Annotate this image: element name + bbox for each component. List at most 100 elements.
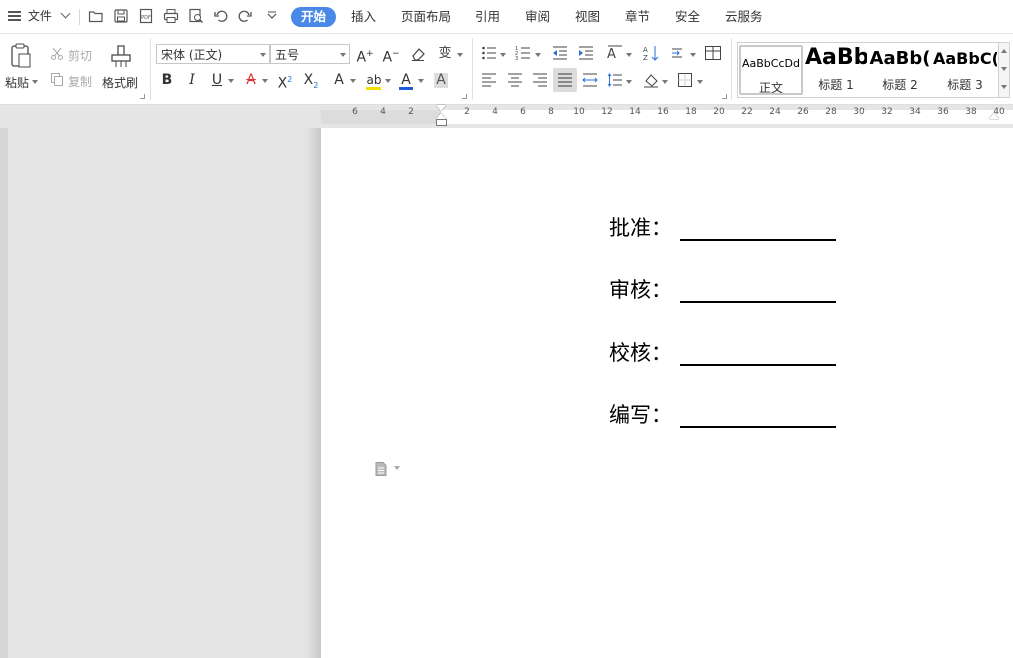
table-convert-icon[interactable] <box>704 44 722 62</box>
file-menu-button[interactable]: 文件 <box>8 0 71 33</box>
scroll-down-icon[interactable] <box>1001 67 1007 71</box>
paste-button[interactable] <box>9 42 33 70</box>
check-blank <box>680 364 836 366</box>
numbering-dropdown-icon[interactable] <box>535 53 541 57</box>
style-heading-3[interactable]: AaBbC( 标题 3 <box>933 45 997 95</box>
style-heading-2[interactable]: AaBb( 标题 2 <box>869 45 931 95</box>
document-menu-dropdown-icon[interactable] <box>394 466 400 470</box>
subscript-icon[interactable]: X2 <box>300 69 322 91</box>
phonetic-guide-icon[interactable]: 变 <box>434 43 456 65</box>
text-effect-icon[interactable]: A <box>240 69 262 91</box>
show-hide-marks-icon[interactable] <box>671 45 687 61</box>
style-heading-2-name: 标题 2 <box>882 78 918 92</box>
cut-icon[interactable] <box>50 47 64 61</box>
paragraph-dialog-launcher[interactable] <box>722 94 727 99</box>
borders-icon[interactable] <box>677 72 693 88</box>
cut-label[interactable]: 剪切 <box>68 47 92 64</box>
style-gallery-scroll[interactable] <box>998 43 1009 97</box>
copy-icon[interactable] <box>50 72 64 86</box>
tab-references[interactable]: 引用 <box>475 7 500 27</box>
author-blank <box>680 426 836 428</box>
vertical-ruler[interactable] <box>0 128 8 658</box>
undo-icon[interactable] <box>213 8 229 24</box>
highlight-icon[interactable]: ab <box>363 69 385 91</box>
sort-icon[interactable]: AZ <box>643 44 659 62</box>
print-icon[interactable] <box>163 8 179 24</box>
clipboard-dialog-launcher[interactable] <box>140 94 145 99</box>
font-color-dropdown-icon[interactable] <box>418 79 424 83</box>
character-shading-icon[interactable]: A <box>430 69 452 91</box>
font-dialog-launcher[interactable] <box>462 94 467 99</box>
review-line[interactable]: 审核： <box>609 274 836 304</box>
scroll-up-icon[interactable] <box>1001 49 1007 53</box>
highlight-dropdown-icon[interactable] <box>385 79 391 83</box>
document-page[interactable]: 批准： 审核： 校核： 编写： <box>321 128 1013 658</box>
horizontal-ruler[interactable]: 6 4 2 2 4 6 8 10 12 14 16 18 20 22 24 26 28 30 32 34 36 38 40 <box>0 105 1013 128</box>
shrink-font-icon[interactable]: A− <box>380 43 402 66</box>
tab-view[interactable]: 视图 <box>575 7 600 27</box>
font-name-select[interactable]: 宋体 (正文) <box>156 44 270 64</box>
numbered-list-icon[interactable]: 123 <box>515 45 531 61</box>
tab-home[interactable]: 开始 <box>291 7 337 27</box>
tab-cloud-service[interactable]: 云服务 <box>725 7 763 27</box>
approval-line[interactable]: 批准： <box>609 212 836 242</box>
author-line[interactable]: 编写： <box>609 399 836 429</box>
line-spacing-icon[interactable] <box>607 72 623 88</box>
italic-icon[interactable]: I <box>181 69 203 91</box>
phonetic-dropdown-icon[interactable] <box>457 53 463 57</box>
text-outline-icon[interactable]: A <box>328 69 350 91</box>
format-painter-button[interactable] <box>110 43 132 69</box>
tab-page-layout[interactable]: 页面布局 <box>401 7 451 27</box>
bold-icon[interactable]: B <box>156 69 178 91</box>
font-size-select[interactable]: 五号 <box>270 44 350 64</box>
align-center-icon[interactable] <box>507 72 523 88</box>
first-line-indent-marker[interactable] <box>436 105 446 111</box>
chinese-layout-dropdown-icon[interactable] <box>626 53 632 57</box>
left-indent-marker[interactable] <box>436 119 447 126</box>
tab-section[interactable]: 章节 <box>625 7 650 27</box>
clear-formatting-icon[interactable] <box>407 43 429 65</box>
distributed-align-icon[interactable] <box>582 72 598 88</box>
print-preview-icon[interactable] <box>188 8 204 24</box>
text-effect-dropdown-icon[interactable] <box>262 79 268 83</box>
ruler-tick-label: 18 <box>685 107 697 117</box>
chinese-layout-icon[interactable]: A <box>606 44 624 62</box>
grow-font-icon[interactable]: A+ <box>354 43 376 66</box>
gallery-more-icon[interactable] <box>1001 85 1007 89</box>
bullet-dropdown-icon[interactable] <box>500 53 506 57</box>
save-icon[interactable] <box>113 8 129 24</box>
borders-dropdown-icon[interactable] <box>697 80 703 84</box>
document-icon[interactable] <box>373 461 389 477</box>
underline-icon[interactable]: U <box>206 69 228 91</box>
bullet-list-icon[interactable] <box>481 45 497 61</box>
approval-blank <box>680 239 836 241</box>
open-folder-icon[interactable] <box>88 8 104 24</box>
export-pdf-icon[interactable]: PDF <box>138 8 154 24</box>
check-line[interactable]: 校核： <box>609 337 836 367</box>
tab-insert[interactable]: 插入 <box>351 7 376 27</box>
font-color-icon[interactable]: A <box>395 69 417 91</box>
underline-dropdown-icon[interactable] <box>228 79 234 83</box>
tab-security[interactable]: 安全 <box>675 7 700 27</box>
shading-icon[interactable] <box>643 72 661 88</box>
show-hide-dropdown-icon[interactable] <box>690 53 696 57</box>
right-indent-marker[interactable] <box>989 113 999 119</box>
redo-icon[interactable] <box>237 8 253 24</box>
decrease-indent-icon[interactable] <box>552 45 568 61</box>
style-normal[interactable]: AaBbCcDd 正文 <box>739 45 803 95</box>
text-outline-dropdown-icon[interactable] <box>350 79 356 83</box>
line-spacing-dropdown-icon[interactable] <box>626 80 632 84</box>
customize-toolbar-icon[interactable] <box>264 8 280 24</box>
align-left-icon[interactable] <box>481 72 497 88</box>
chevron-down-icon <box>60 8 71 19</box>
shading-dropdown-icon[interactable] <box>662 80 668 84</box>
paste-dropdown-icon[interactable] <box>32 80 38 84</box>
style-heading-1[interactable]: AaBb 标题 1 <box>805 45 867 95</box>
copy-label[interactable]: 复制 <box>68 73 92 90</box>
justify-button[interactable] <box>553 68 577 92</box>
align-right-icon[interactable] <box>532 72 548 88</box>
tab-review[interactable]: 审阅 <box>525 7 550 27</box>
ruler-tick-label: 24 <box>769 107 781 117</box>
increase-indent-icon[interactable] <box>578 45 594 61</box>
superscript-icon[interactable]: X2 <box>274 69 296 92</box>
